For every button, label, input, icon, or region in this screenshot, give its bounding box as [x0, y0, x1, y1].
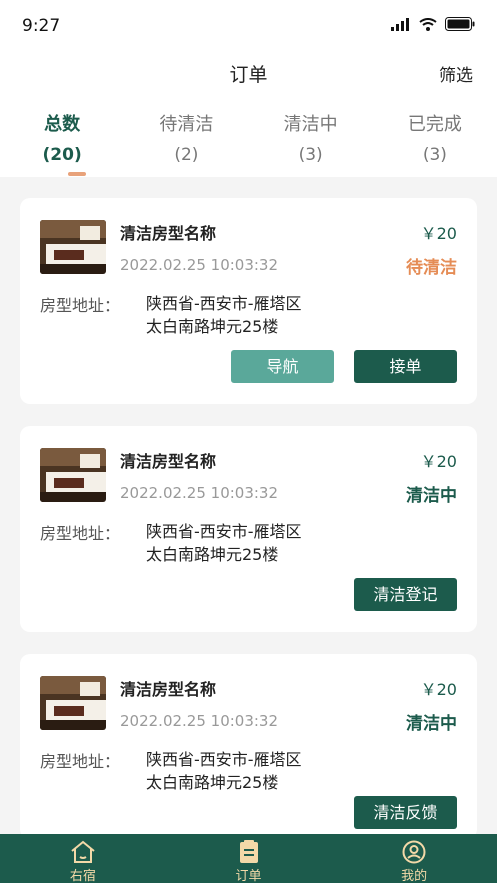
tabbar-label: 我的	[401, 869, 428, 883]
order-date: 2022.02.25 10:03:32	[120, 712, 279, 730]
tabbar-label: 右宿	[69, 869, 96, 883]
status-badge: 待清洁	[406, 258, 457, 278]
tab-label: 待清洁	[159, 114, 214, 135]
order-price: ￥20	[420, 680, 457, 699]
status-badge: 清洁中	[406, 486, 457, 506]
tab-pending[interactable]: 待清洁 (2)	[124, 100, 248, 177]
status-icons	[391, 17, 475, 31]
status-time: 9:27	[22, 16, 61, 36]
tabbar-item-home[interactable]: 右宿	[0, 834, 166, 883]
order-card[interactable]: 清洁房型名称 2022.02.25 10:03:32 ￥20 清洁中 房型地址：…	[20, 426, 477, 632]
tab-cleaning[interactable]: 清洁中 (3)	[249, 100, 373, 177]
home-icon	[71, 840, 95, 863]
tab-count: (3)	[422, 145, 447, 165]
address-label: 房型地址：	[40, 524, 121, 543]
address-label: 房型地址：	[40, 296, 121, 315]
navigate-button[interactable]: 导航	[231, 350, 334, 383]
battery-icon	[445, 17, 475, 31]
bottom-tabbar: 右宿 订单 我的	[0, 834, 497, 883]
room-thumbnail	[40, 676, 106, 730]
tabbar-item-profile[interactable]: 我的	[331, 834, 497, 883]
address-line: 太白南路坤元25楼	[146, 773, 279, 792]
tab-label: 已完成	[407, 114, 462, 135]
order-icon	[239, 840, 258, 863]
status-bar: 9:27	[0, 0, 497, 52]
status-badge: 清洁中	[406, 714, 457, 734]
order-card[interactable]: 清洁房型名称 2022.02.25 10:03:32 ￥20 待清洁 房型地址：…	[20, 198, 477, 404]
address-value: 陕西省-西安市-雁塔区 太白南路坤元25楼	[146, 520, 366, 566]
room-thumbnail	[40, 220, 106, 274]
tab-count: (20)	[42, 145, 82, 165]
tabbar-label: 订单	[235, 869, 262, 883]
address-label: 房型地址：	[40, 752, 121, 771]
filter-button[interactable]: 筛选	[439, 61, 473, 86]
order-date: 2022.02.25 10:03:32	[120, 256, 279, 274]
cleaning-feedback-button[interactable]: 清洁反馈	[354, 796, 457, 829]
tab-indicator	[68, 172, 86, 176]
address-line: 陕西省-西安市-雁塔区	[146, 750, 302, 769]
order-date: 2022.02.25 10:03:32	[120, 484, 279, 502]
wifi-icon	[419, 17, 437, 31]
accept-order-button[interactable]: 接单	[354, 350, 457, 383]
order-price: ￥20	[420, 452, 457, 471]
tab-label: 清洁中	[283, 114, 338, 135]
address-line: 陕西省-西安市-雁塔区	[146, 522, 302, 541]
nav-bar: 订单 筛选	[0, 52, 497, 100]
address-line: 陕西省-西安市-雁塔区	[146, 294, 302, 313]
order-tabs: 总数 (20) 待清洁 (2) 清洁中 (3) 已完成 (3)	[0, 100, 497, 177]
address-value: 陕西省-西安市-雁塔区 太白南路坤元25楼	[146, 748, 366, 794]
signal-icon	[391, 17, 409, 31]
tabbar-item-orders[interactable]: 订单	[166, 834, 332, 883]
tab-count: (2)	[174, 145, 199, 165]
room-name: 清洁房型名称	[120, 224, 217, 243]
tab-total[interactable]: 总数 (20)	[0, 100, 124, 177]
room-name: 清洁房型名称	[120, 680, 217, 699]
tab-count: (3)	[298, 145, 323, 165]
profile-icon	[402, 840, 426, 864]
room-thumbnail	[40, 448, 106, 502]
address-line: 太白南路坤元25楼	[146, 317, 279, 336]
cleaning-register-button[interactable]: 清洁登记	[354, 578, 457, 611]
address-value: 陕西省-西安市-雁塔区 太白南路坤元25楼	[146, 292, 366, 338]
address-line: 太白南路坤元25楼	[146, 545, 279, 564]
tab-label: 总数	[44, 114, 81, 135]
room-name: 清洁房型名称	[120, 452, 217, 471]
tab-completed[interactable]: 已完成 (3)	[373, 100, 497, 177]
page-title: 订单	[229, 64, 268, 86]
order-card[interactable]: 清洁房型名称 2022.02.25 10:03:32 ￥20 清洁中 房型地址：…	[20, 654, 477, 839]
order-price: ￥20	[420, 224, 457, 243]
